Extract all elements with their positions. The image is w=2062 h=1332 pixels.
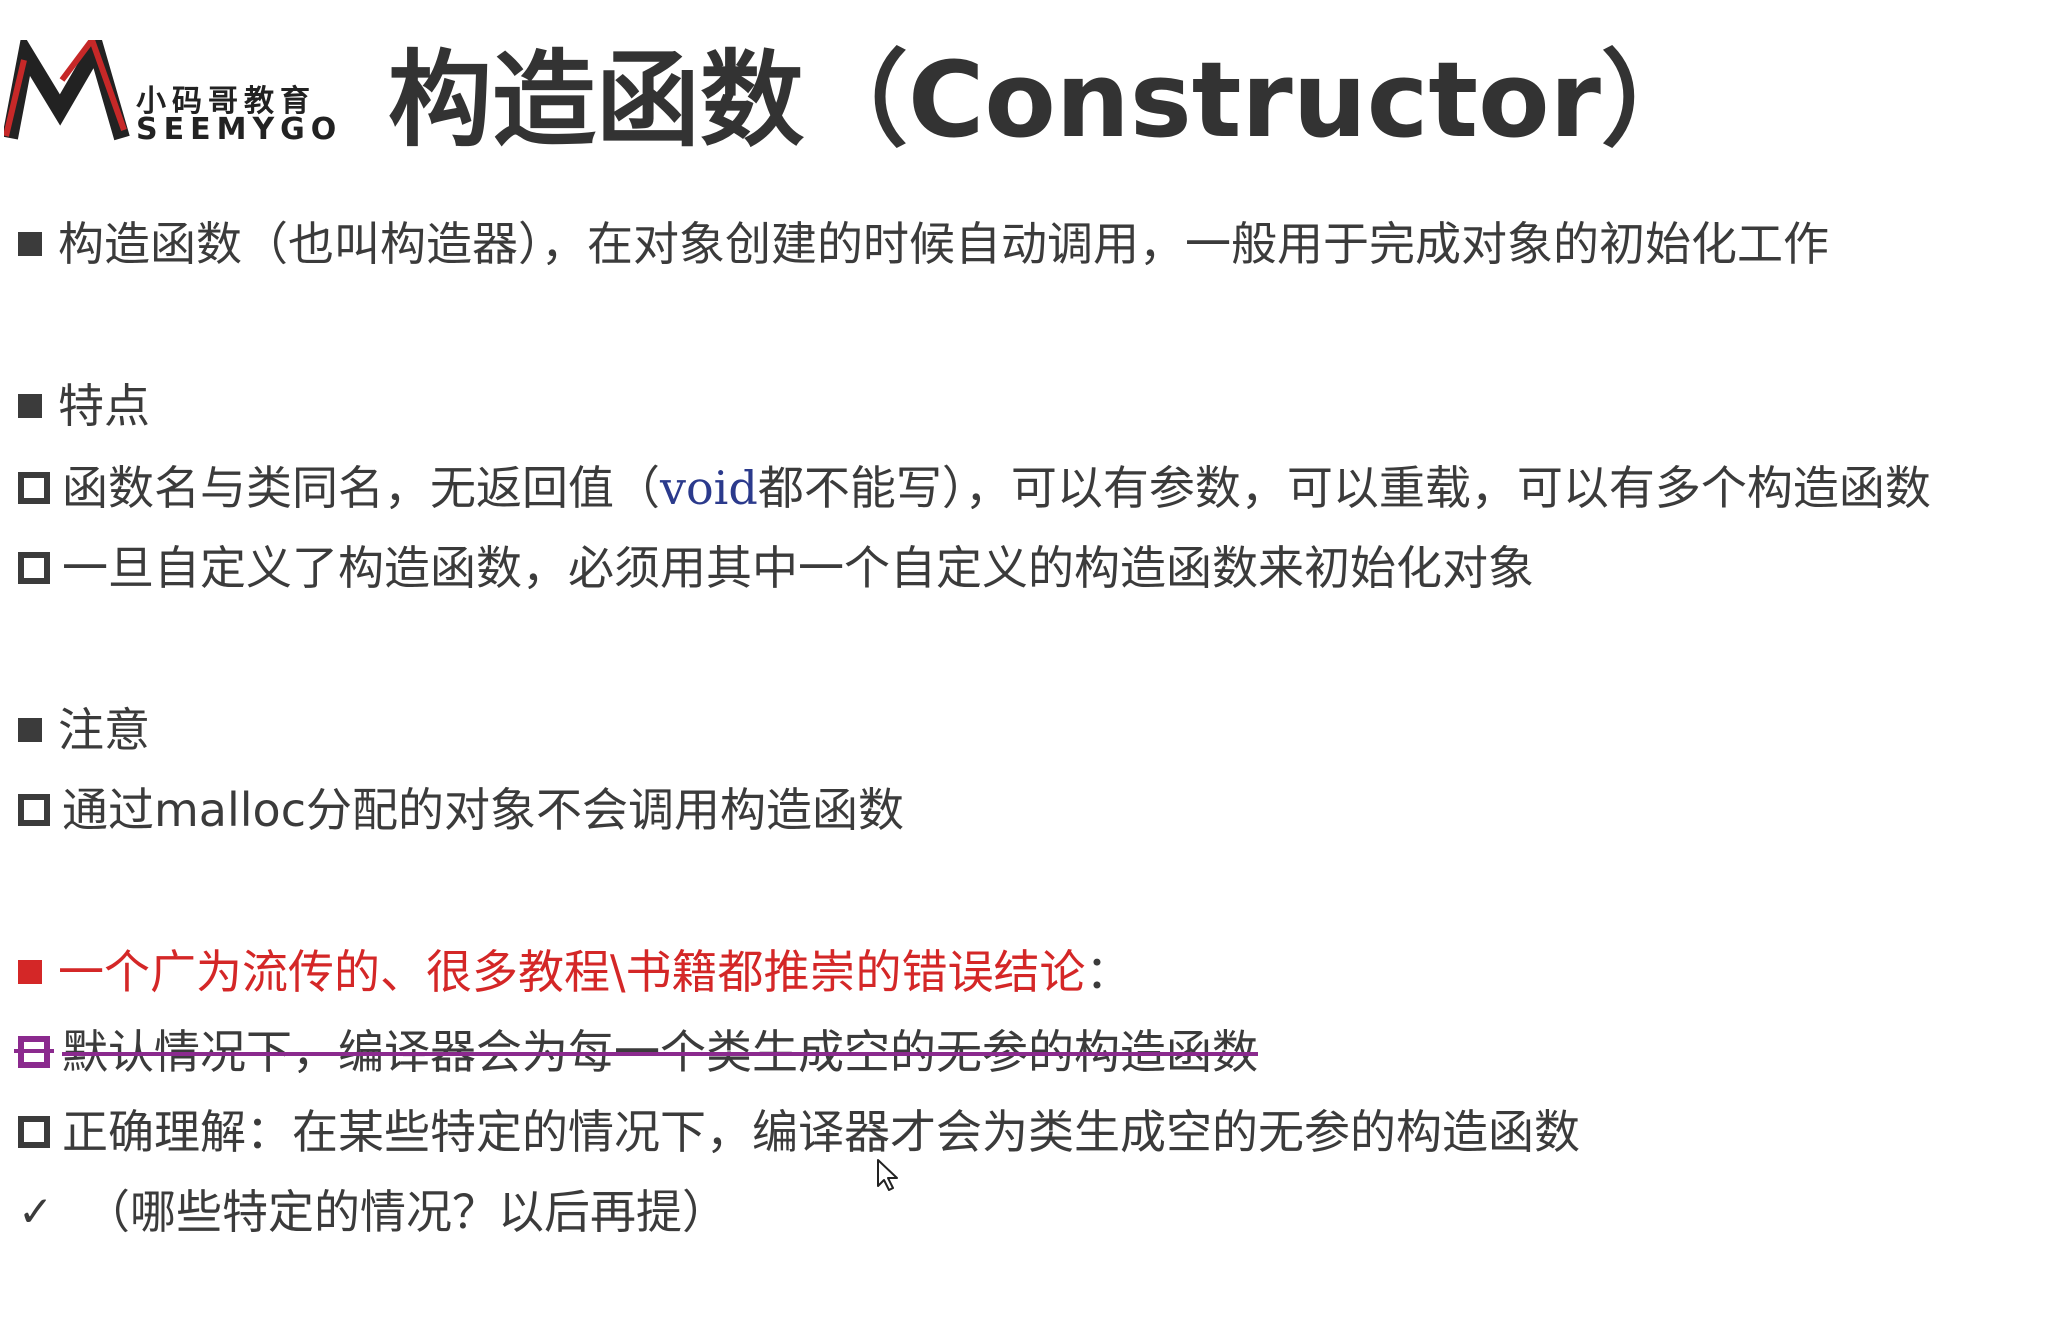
feature-1-text-b: 都不能写），可以有参数，可以重载，可以有多个构造函数 [757, 461, 1931, 515]
intro-line: 构造函数（也叫构造器），在对象创建的时候自动调用，一般用于完成对象的初始化工作 [18, 216, 1829, 272]
correct-item: 正确理解：在某些特定的情况下，编译器才会为类生成空的无参的构造函数 [18, 1104, 1580, 1160]
logo-english-text: SEEMYGO [136, 112, 343, 147]
notes-heading: 注意 [18, 702, 150, 758]
feature-item-2: 一旦自定义了构造函数，必须用其中一个自定义的构造函数来初始化对象 [18, 540, 1534, 596]
hollow-square-bullet-icon [18, 794, 50, 826]
filled-square-bullet-icon [18, 394, 42, 418]
filled-square-bullet-icon [18, 232, 42, 256]
struck-hollow-square-bullet-icon [14, 1036, 54, 1068]
filled-square-bullet-icon [18, 718, 42, 742]
wrong-item-1: 默认情况下，编译器会为每一个类生成空的无参的构造函数 [14, 1024, 1258, 1080]
logo-mark-icon [4, 40, 130, 141]
wrong-conclusion-heading: 一个广为流传的、很多教程\书籍都推崇的错误结论： [18, 944, 1132, 1000]
feature-2-text: 一旦自定义了构造函数，必须用其中一个自定义的构造函数来初始化对象 [62, 541, 1534, 595]
check-icon: ✓ [18, 1187, 54, 1236]
slide: 小码哥教育 SEEMYGO 构造函数（Constructor） 构造函数（也叫构… [0, 0, 2062, 1332]
wrong-conclusion-colon: ： [1085, 945, 1132, 999]
intro-text: 构造函数（也叫构造器），在对象创建的时候自动调用，一般用于完成对象的初始化工作 [58, 217, 1829, 271]
features-heading-text: 特点 [58, 379, 150, 433]
hollow-square-bullet-icon [18, 472, 50, 504]
feature-1-text-a: 函数名与类同名，无返回值（ [62, 461, 660, 515]
notes-heading-text: 注意 [58, 703, 150, 757]
hollow-square-bullet-icon [18, 1116, 50, 1148]
check-item: ✓ （哪些特定的情况？以后再提） [18, 1184, 728, 1240]
logo: 小码哥教育 SEEMYGO [4, 40, 336, 150]
note-1-text: 通过malloc分配的对象不会调用构造函数 [62, 783, 904, 837]
feature-item-1: 函数名与类同名，无返回值（ void 都不能写），可以有参数，可以重载，可以有多个构… [18, 460, 1931, 516]
check-item-text: （哪些特定的情况？以后再提） [84, 1185, 728, 1239]
note-item-1: 通过malloc分配的对象不会调用构造函数 [18, 782, 904, 838]
correct-item-text: 正确理解：在某些特定的情况下，编译器才会为类生成空的无参的构造函数 [62, 1105, 1580, 1159]
red-filled-square-bullet-icon [18, 960, 42, 984]
hollow-square-bullet-icon [18, 552, 50, 584]
wrong-conclusion-text: 一个广为流传的、很多教程\书籍都推崇的错误结论 [58, 945, 1086, 999]
void-keyword: void [660, 461, 758, 515]
features-heading: 特点 [18, 378, 150, 434]
page-title: 构造函数（Constructor） [388, 39, 1705, 161]
wrong-item-1-text: 默认情况下，编译器会为每一个类生成空的无参的构造函数 [62, 1025, 1258, 1079]
mouse-cursor-icon [877, 1159, 898, 1191]
